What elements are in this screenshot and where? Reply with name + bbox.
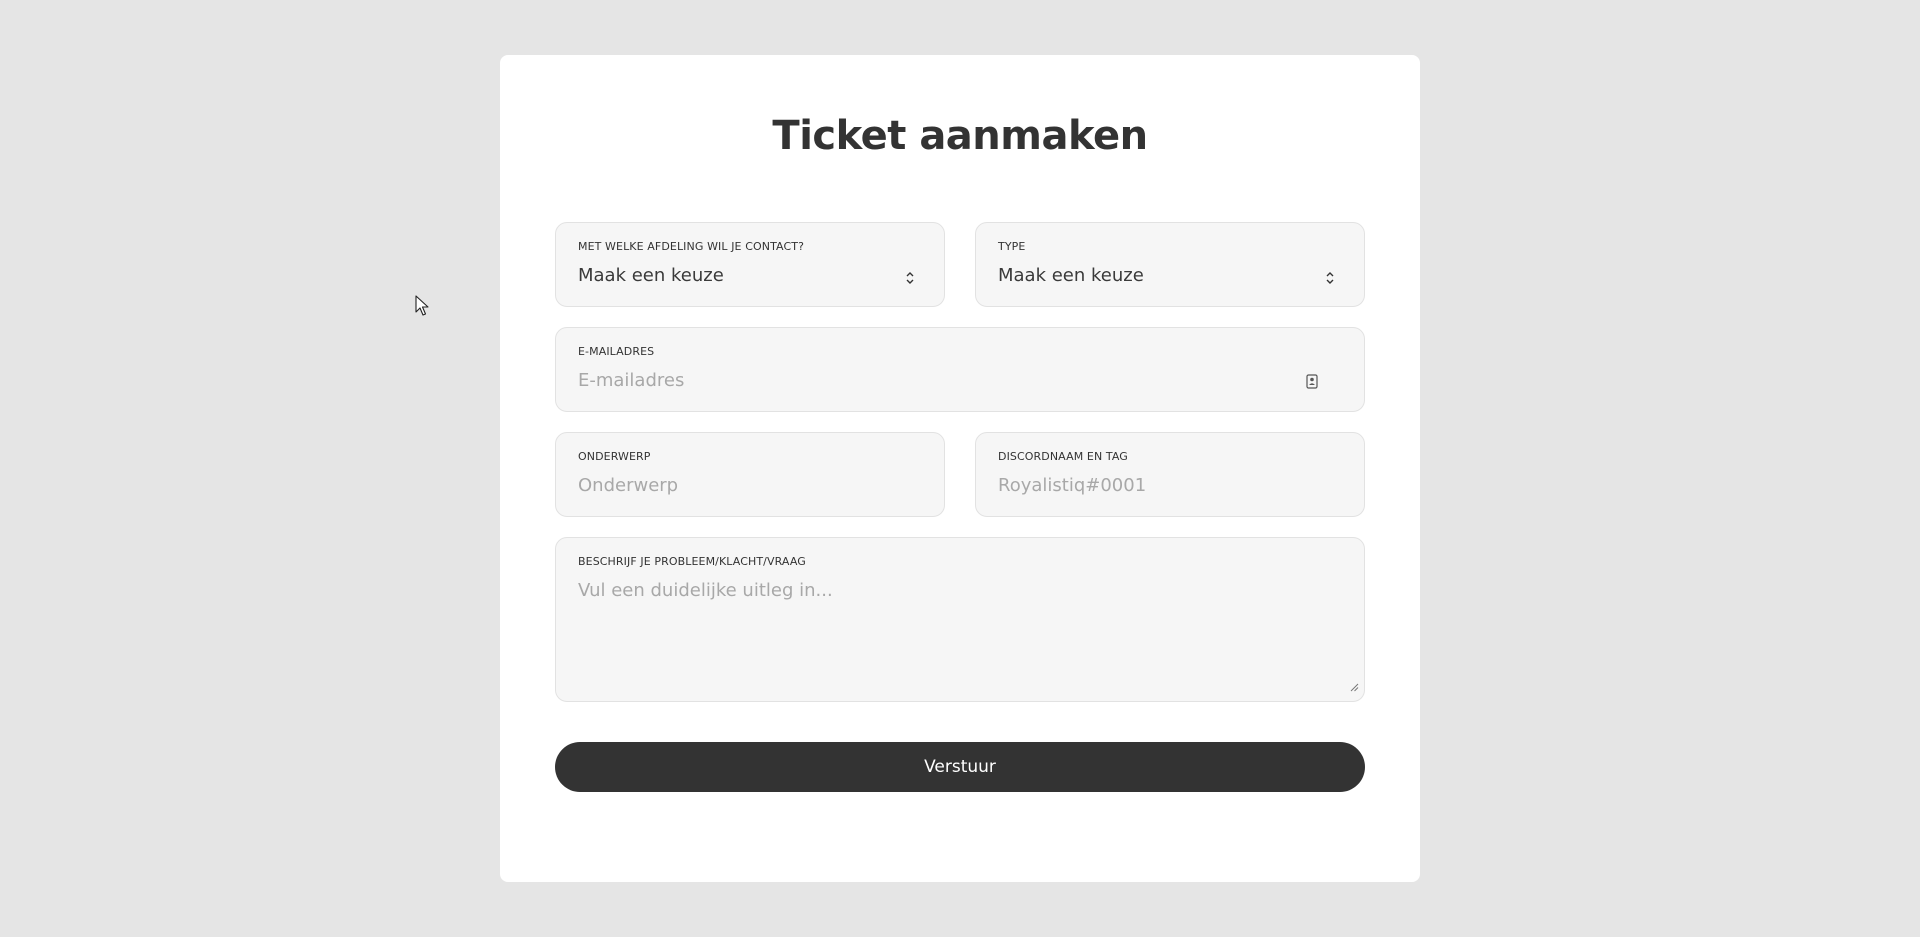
ticket-form-card: Ticket aanmaken Met welke afdeling wil j…: [500, 55, 1420, 882]
chevron-up-down-icon: [906, 272, 914, 284]
description-textarea[interactable]: Beschrijf je probleem/klacht/vraag Vul e…: [555, 537, 1365, 702]
email-field[interactable]: E-mailadres E-mailadres: [555, 327, 1365, 412]
mouse-cursor-icon: [415, 295, 429, 316]
type-select-label: Type: [998, 240, 1026, 253]
subject-field-label: Onderwerp: [578, 450, 651, 463]
discord-field[interactable]: Discordnaam en tag Royalistiq#0001: [975, 432, 1365, 517]
page-title: Ticket aanmaken: [772, 113, 1148, 159]
department-select-label: Met welke afdeling wil je contact?: [578, 240, 805, 253]
description-textarea-placeholder: Vul een duidelijke uitleg in...: [578, 580, 833, 601]
type-select[interactable]: Type Maak een keuze: [975, 222, 1365, 307]
discord-field-placeholder: Royalistiq#0001: [998, 475, 1147, 496]
resize-grip-icon[interactable]: [1350, 683, 1359, 692]
department-select-value: Maak een keuze: [578, 265, 724, 286]
type-select-value: Maak een keuze: [998, 265, 1144, 286]
chevron-up-down-icon: [1326, 272, 1334, 284]
submit-button[interactable]: Verstuur: [555, 742, 1365, 792]
description-textarea-label: Beschrijf je probleem/klacht/vraag: [578, 555, 806, 568]
subject-field-placeholder: Onderwerp: [578, 475, 679, 496]
email-field-placeholder: E-mailadres: [578, 370, 685, 391]
subject-field[interactable]: Onderwerp Onderwerp: [555, 432, 945, 517]
department-select[interactable]: Met welke afdeling wil je contact? Maak …: [555, 222, 945, 307]
email-field-label: E-mailadres: [578, 345, 655, 358]
contact-card-icon[interactable]: [1306, 374, 1318, 389]
discord-field-label: Discordnaam en tag: [998, 450, 1128, 463]
